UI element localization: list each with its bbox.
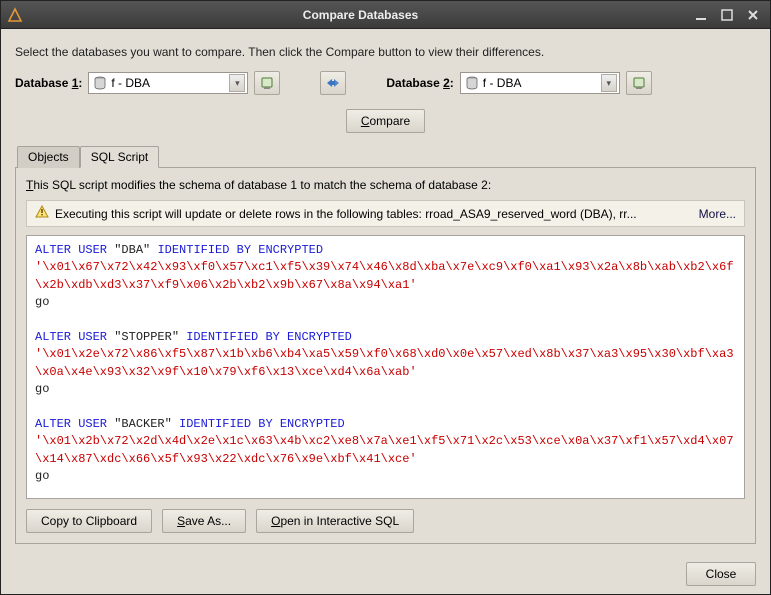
db1-connect-button[interactable] bbox=[254, 71, 280, 95]
blank-line bbox=[35, 399, 736, 416]
minimize-button[interactable] bbox=[690, 6, 712, 24]
client-area: Select the databases you want to compare… bbox=[1, 29, 770, 554]
sql-hex-literal: '\x01\x2e\x72\x86\xf5\x87\x1b\xb6\xb4\xa… bbox=[35, 346, 736, 381]
db1-label: Database 1: bbox=[15, 76, 82, 90]
close-button[interactable]: Close bbox=[686, 562, 756, 586]
db1-value: f - DBA bbox=[111, 76, 229, 90]
window-title: Compare Databases bbox=[31, 8, 690, 22]
maximize-button[interactable] bbox=[716, 6, 738, 24]
blank-line bbox=[35, 312, 736, 329]
footer: Close bbox=[1, 554, 770, 594]
warning-text: Executing this script will update or del… bbox=[55, 207, 693, 221]
chevron-down-icon[interactable]: ▾ bbox=[601, 74, 617, 92]
panel-button-row: Copy to Clipboard Save As... Open in Int… bbox=[26, 509, 745, 533]
db1-combo[interactable]: f - DBA ▾ bbox=[88, 72, 248, 94]
compare-button[interactable]: Compare bbox=[346, 109, 425, 133]
panel-description: This SQL script modifies the schema of d… bbox=[26, 178, 745, 192]
sql-hex-literal: '\x01\x67\x72\x42\x93\xf0\x57\xc1\xf5\x3… bbox=[35, 259, 736, 294]
save-as-button[interactable]: Save As... bbox=[162, 509, 246, 533]
instruction-text: Select the databases you want to compare… bbox=[15, 45, 756, 59]
sql-alter-line: ALTER USER "BACKER" IDENTIFIED BY ENCRYP… bbox=[35, 416, 736, 433]
sql-hex-literal: '\x01\x2b\x72\x2d\x4d\x2e\x1c\x63\x4b\xc… bbox=[35, 433, 736, 468]
db2-combo[interactable]: f - DBA ▾ bbox=[460, 72, 620, 94]
database-icon bbox=[93, 76, 107, 90]
open-in-isql-button[interactable]: Open in Interactive SQL bbox=[256, 509, 414, 533]
close-window-button[interactable] bbox=[742, 6, 764, 24]
database-row: Database 1: f - DBA ▾ Database 2: bbox=[15, 71, 756, 95]
chevron-down-icon[interactable]: ▾ bbox=[229, 74, 245, 92]
db2-value: f - DBA bbox=[483, 76, 601, 90]
compare-row: Compare bbox=[15, 109, 756, 133]
tab-objects[interactable]: Objects bbox=[17, 146, 80, 168]
sql-alter-line: ALTER USER "DBA" IDENTIFIED BY ENCRYPTED bbox=[35, 242, 736, 259]
swap-databases-button[interactable] bbox=[320, 71, 346, 95]
db2-connect-button[interactable] bbox=[626, 71, 652, 95]
sql-go-line: go bbox=[35, 294, 736, 311]
app-icon bbox=[7, 7, 23, 23]
db2-label: Database 2: bbox=[386, 76, 453, 90]
warning-bar: Executing this script will update or del… bbox=[26, 200, 745, 227]
warning-icon bbox=[35, 205, 49, 222]
window-controls bbox=[690, 6, 764, 24]
sql-go-line: go bbox=[35, 468, 736, 485]
database-icon bbox=[465, 76, 479, 90]
sql-go-line: go bbox=[35, 381, 736, 398]
warning-more-link[interactable]: More... bbox=[699, 207, 736, 221]
tab-sql-script[interactable]: SQL Script bbox=[80, 146, 160, 168]
title-bar: Compare Databases bbox=[1, 1, 770, 29]
sql-script-textarea[interactable]: ALTER USER "DBA" IDENTIFIED BY ENCRYPTED… bbox=[26, 235, 745, 499]
sql-script-panel: This SQL script modifies the schema of d… bbox=[15, 167, 756, 544]
compare-databases-window: Compare Databases Select the databases y… bbox=[0, 0, 771, 595]
sql-alter-line: ALTER USER "STOPPER" IDENTIFIED BY ENCRY… bbox=[35, 329, 736, 346]
copy-to-clipboard-button[interactable]: Copy to Clipboard bbox=[26, 509, 152, 533]
tabs: Objects SQL Script bbox=[17, 146, 756, 168]
